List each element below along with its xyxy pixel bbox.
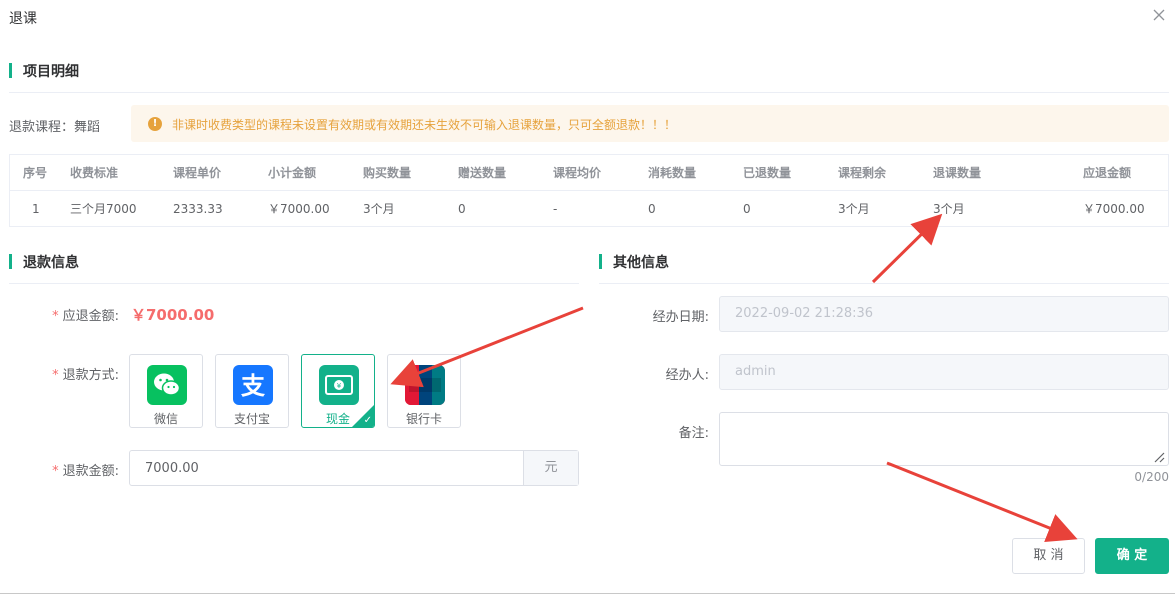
unionpay-icon — [405, 365, 445, 405]
refund-amount-group: 元 — [129, 450, 579, 486]
handler-input[interactable]: admin — [719, 354, 1169, 390]
pay-method-alipay[interactable]: 支 支付宝 — [215, 354, 289, 428]
remark-label: 备注: — [678, 426, 709, 441]
refund-amount-input[interactable] — [130, 451, 524, 485]
table-header: 退课数量 — [933, 166, 982, 180]
amount-due-label: * 应退金额: — [52, 309, 119, 324]
table-cell: 0 — [743, 202, 751, 216]
table-cell: 1 — [32, 202, 40, 216]
svg-text:¥: ¥ — [337, 382, 342, 390]
wechat-icon — [147, 365, 187, 405]
svg-text:支: 支 — [241, 372, 266, 400]
dialog-header: 退课 — [0, 0, 1175, 36]
table-header: 已退数量 — [743, 166, 792, 180]
course-table: 序号 收费标准 课程单价 小计金额 购买数量 赠送数量 课程均价 消耗数量 已退… — [9, 154, 1169, 227]
table-header: 序号 — [23, 166, 48, 180]
section-title-details: 项目明细 — [9, 61, 79, 81]
cancel-button[interactable]: 取 消 — [1012, 538, 1085, 574]
refund-course-label: 退款课程： — [9, 120, 75, 135]
table-header: 课程均价 — [553, 166, 602, 180]
pay-method-label: 支付宝 — [233, 412, 270, 426]
table-header: 课程剩余 — [838, 166, 887, 180]
currency-unit: 元 — [523, 451, 578, 485]
alipay-icon: 支 — [233, 365, 273, 405]
table-header: 小计金额 — [268, 166, 317, 180]
table-cell: 3个月 — [933, 202, 965, 216]
amount-due-value: ￥7000.00 — [131, 306, 215, 324]
divider — [9, 92, 1169, 93]
refund-amount-label: * 退款金额: — [52, 464, 119, 479]
table-cell: 3个月 — [363, 202, 395, 216]
remark-counter: 0/200 — [1134, 470, 1169, 484]
table-cell: - — [553, 202, 558, 216]
arrow-to-refund-qty — [871, 213, 943, 284]
refund-method-label: * 退款方式: — [52, 368, 119, 383]
check-icon: ✓ — [363, 415, 372, 426]
close-icon[interactable] — [1151, 7, 1167, 23]
bottom-border — [0, 593, 1175, 594]
table-cell: 0 — [458, 202, 466, 216]
table-cell: ￥7000.00 — [1083, 202, 1145, 216]
table-header: 课程单价 — [173, 166, 222, 180]
warning-alert: ! 非课时收费类型的课程未设置有效期或有效期还未生效不可输入退课数量，只可全额退… — [131, 105, 1169, 142]
table-header: 赠送数量 — [458, 166, 507, 180]
pay-method-unionpay[interactable]: 银行卡 — [387, 354, 461, 428]
confirm-button[interactable]: 确 定 — [1095, 538, 1169, 574]
resize-handle-icon[interactable] — [1153, 451, 1165, 463]
pay-method-cash[interactable]: ¥ 现金 ✓ — [301, 354, 375, 428]
dialog-title: 退课 — [9, 11, 37, 27]
table-header-row: 序号 收费标准 课程单价 小计金额 购买数量 赠送数量 课程均价 消耗数量 已退… — [10, 155, 1168, 191]
refund-course-name: 舞蹈 — [74, 120, 101, 135]
table-cell: 3个月 — [838, 202, 870, 216]
table-cell: 三个月7000 — [70, 202, 137, 216]
table-header: 收费标准 — [70, 166, 119, 180]
warning-text: 非课时收费类型的课程未设置有效期或有效期还未生效不可输入退课数量，只可全额退款！… — [172, 118, 677, 132]
pay-method-label: 银行卡 — [405, 412, 442, 426]
remark-textarea[interactable] — [719, 412, 1169, 466]
section-title-refund-info: 退款信息 — [9, 252, 79, 272]
table-row: 1 三个月7000 2333.33 ￥7000.00 3个月 0 - 0 0 3… — [10, 191, 1168, 227]
table-cell: 0 — [648, 202, 656, 216]
table-header: 购买数量 — [363, 166, 412, 180]
pay-method-label: 微信 — [153, 412, 178, 426]
divider — [599, 283, 1169, 284]
handler-label: 经办人: — [665, 368, 709, 383]
table-header: 应退金额 — [1083, 166, 1132, 180]
table-cell: 2333.33 — [173, 202, 223, 216]
cash-icon: ¥ — [319, 365, 359, 405]
refund-course: 退款课程：舞蹈 — [9, 116, 100, 135]
section-title-other-info: 其他信息 — [599, 252, 669, 272]
table-header: 消耗数量 — [648, 166, 697, 180]
warning-icon: ! — [148, 117, 162, 131]
handling-date-input[interactable]: 2022-09-02 21:28:36 — [719, 296, 1169, 332]
divider — [9, 283, 579, 284]
handling-date-label: 经办日期: — [652, 310, 709, 325]
arrow-to-confirm — [886, 461, 1078, 543]
table-cell: ￥7000.00 — [268, 202, 330, 216]
pay-method-wechat[interactable]: 微信 — [129, 354, 203, 428]
